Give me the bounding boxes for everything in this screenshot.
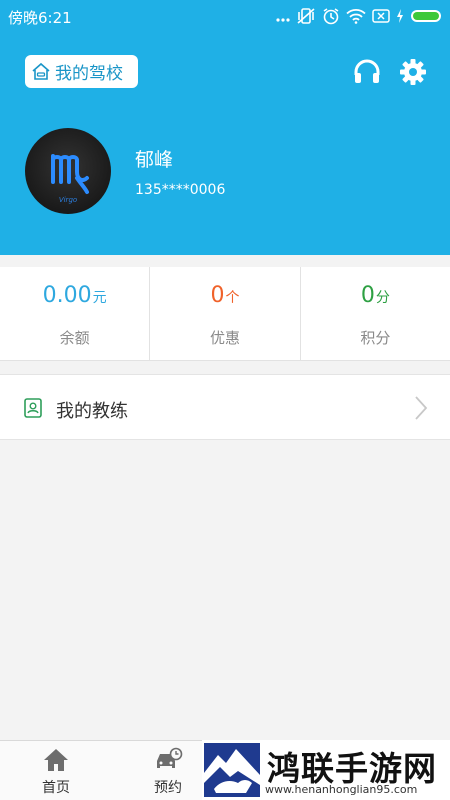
charging-icon bbox=[397, 9, 403, 23]
wifi-icon bbox=[346, 9, 366, 24]
headphones-icon[interactable] bbox=[352, 58, 382, 86]
my-coach-row[interactable]: 我的教练 bbox=[0, 374, 450, 440]
user-name: 郁峰 bbox=[135, 149, 174, 171]
status-bar: 傍晚6:21 bbox=[0, 0, 450, 32]
points-stat[interactable]: 0分 积分 bbox=[299, 267, 450, 360]
status-time: 傍晚6:21 bbox=[8, 9, 72, 27]
watermark-url: www.henanhonglian95.com bbox=[265, 783, 418, 796]
avatar-caption: Virgo bbox=[58, 196, 78, 204]
account-stats: 0.00元 余额 0个 优惠 0分 积分 bbox=[0, 267, 450, 361]
more-dots-icon bbox=[276, 18, 290, 22]
coupon-label: 优惠 bbox=[209, 329, 240, 347]
chevron-right-icon bbox=[415, 396, 428, 420]
contact-card-icon bbox=[24, 398, 42, 418]
my-school-button[interactable]: 我的驾校 bbox=[25, 55, 138, 88]
car-clock-icon bbox=[157, 747, 183, 768]
user-phone: 135****0006 bbox=[135, 182, 226, 198]
balance-stat[interactable]: 0.00元 余额 bbox=[0, 267, 149, 360]
balance-label: 余额 bbox=[59, 329, 90, 347]
alarm-icon bbox=[323, 8, 339, 25]
profile-header: 傍晚6:21 我的驾校 Virgo 郁峰 135****0006 bbox=[0, 0, 450, 255]
avatar[interactable]: Virgo bbox=[25, 128, 111, 214]
tab-home[interactable]: 首页 bbox=[21, 741, 91, 800]
gear-icon[interactable] bbox=[399, 58, 427, 86]
tab-home-label: 首页 bbox=[42, 780, 70, 796]
vibrate-off-icon bbox=[297, 8, 315, 24]
status-icons bbox=[276, 6, 444, 26]
tab-booking-label: 预约 bbox=[154, 780, 182, 796]
points-value: 0分 bbox=[360, 283, 390, 308]
points-label: 积分 bbox=[360, 329, 391, 347]
coupon-stat[interactable]: 0个 优惠 bbox=[149, 267, 299, 360]
watermark-logo bbox=[204, 743, 260, 797]
balance-value: 0.00元 bbox=[42, 283, 107, 308]
coupon-value: 0个 bbox=[210, 283, 240, 308]
my-coach-label: 我的教练 bbox=[56, 401, 128, 422]
home-icon bbox=[44, 749, 68, 771]
battery-icon bbox=[411, 10, 441, 22]
home-car-icon bbox=[32, 62, 50, 80]
my-school-label: 我的驾校 bbox=[55, 64, 123, 84]
tab-booking[interactable]: 预约 bbox=[133, 741, 203, 800]
sim-off-icon bbox=[372, 9, 390, 23]
site-watermark: 鸿联手游网 www.henanhonglian95.com bbox=[202, 740, 450, 800]
